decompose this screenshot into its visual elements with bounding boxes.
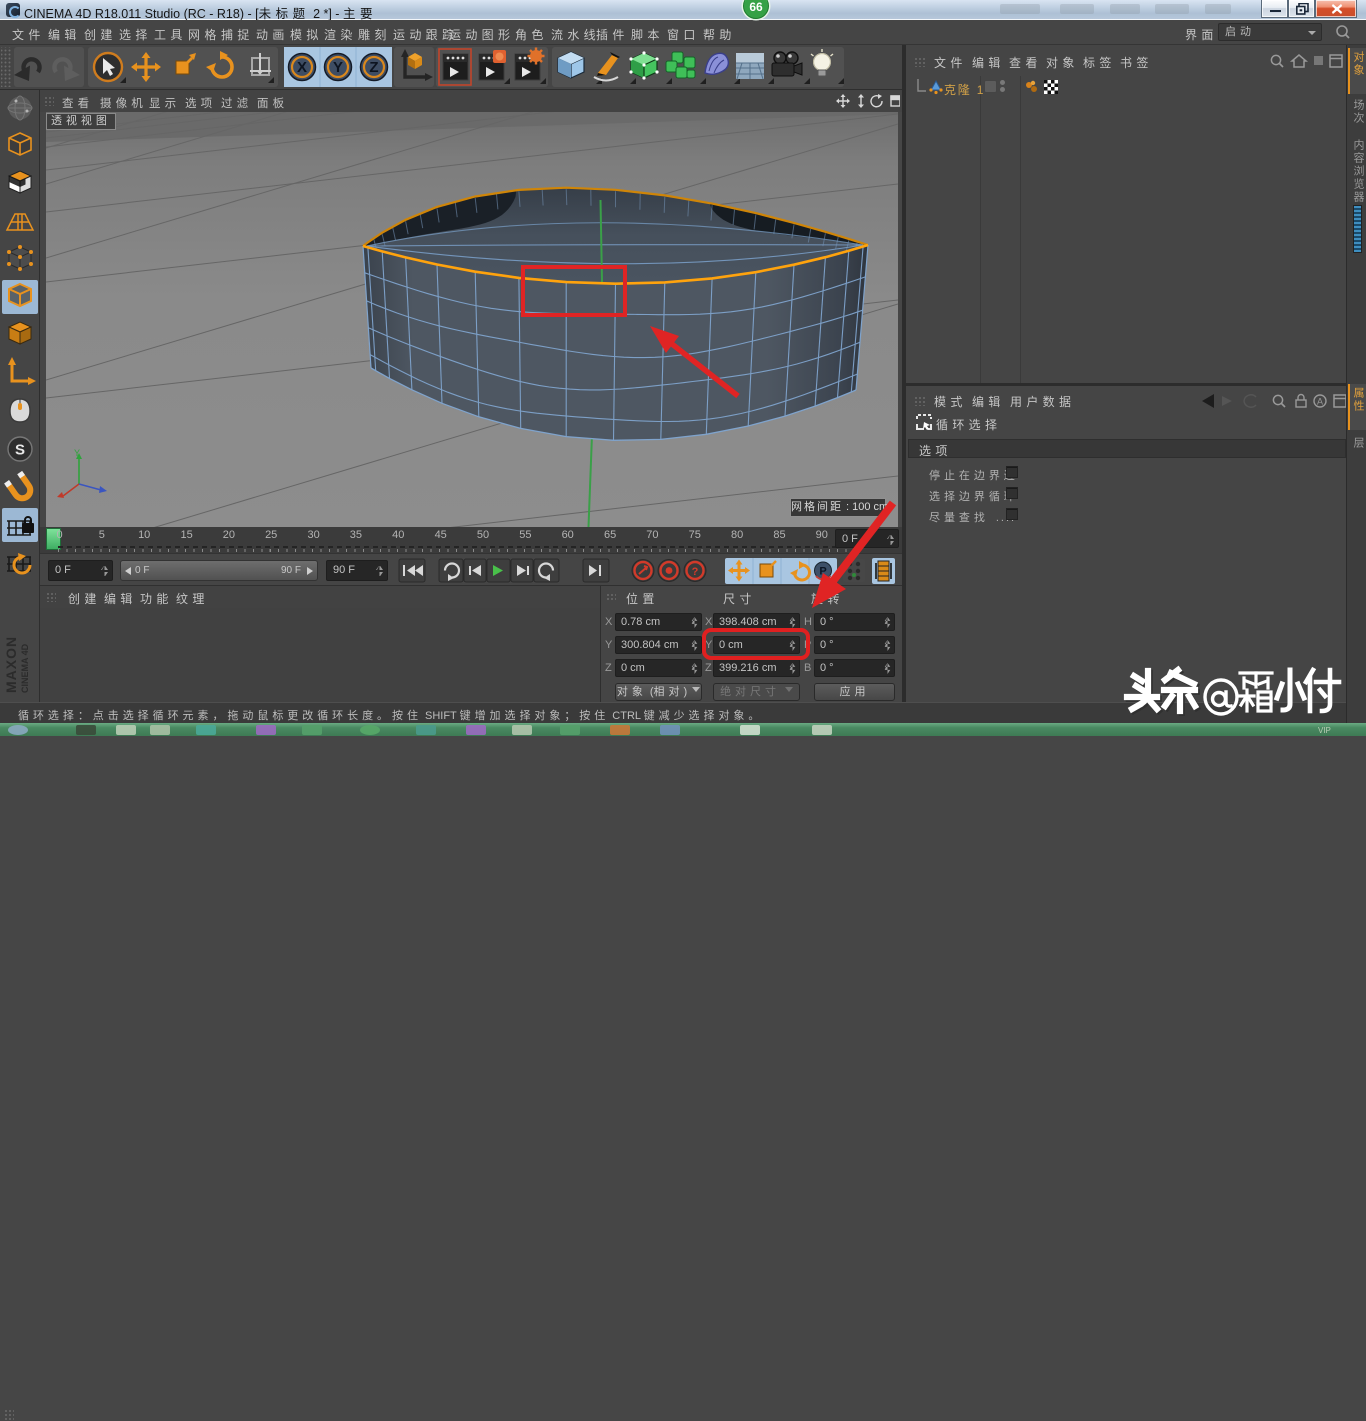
svg-text:Y: Y [74, 448, 80, 458]
svg-text:A: A [1317, 397, 1323, 407]
svg-text:Y: Y [333, 59, 343, 76]
svg-text:?: ? [692, 566, 699, 578]
svg-text:X: X [297, 59, 307, 76]
svg-text:S: S [15, 442, 25, 459]
svg-text:Z: Z [369, 59, 378, 76]
svg-text:P: P [819, 566, 826, 578]
